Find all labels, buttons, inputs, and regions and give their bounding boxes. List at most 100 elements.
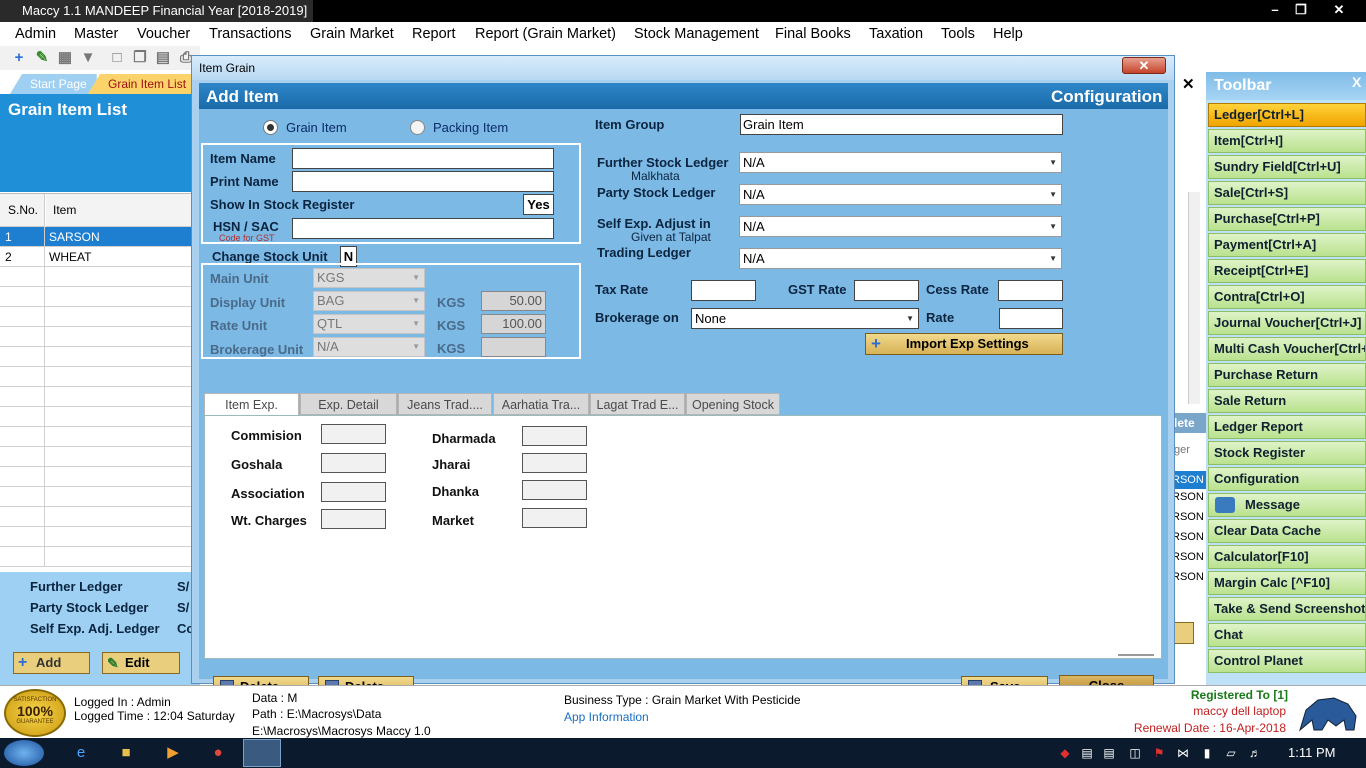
chrome-icon[interactable]: ● [207, 742, 229, 764]
network-icon[interactable]: ▱ [1220, 742, 1242, 764]
brokerage-unit-qty[interactable] [481, 337, 546, 357]
tab-jeans-trad[interactable]: Jeans Trad.... [398, 393, 492, 415]
maximize-button[interactable]: ❐ [1288, 0, 1314, 20]
toolbar-purchase-return[interactable]: Purchase Return [1208, 363, 1366, 387]
toolbar-item[interactable]: Item[Ctrl+I] [1208, 129, 1366, 153]
gst-rate-input[interactable] [854, 280, 919, 301]
toolbar-payment[interactable]: Payment[Ctrl+A] [1208, 233, 1366, 257]
menu-transactions[interactable]: Transactions [209, 22, 291, 46]
toolbar-calculator[interactable]: Calculator[F10] [1208, 545, 1366, 569]
folder-icon[interactable]: ■ [115, 742, 137, 764]
tray-icon-3[interactable]: ▤ [1098, 742, 1120, 764]
start-button[interactable] [4, 740, 44, 766]
app-information-link[interactable]: App Information [564, 710, 649, 724]
col-header-item[interactable]: Item [46, 194, 200, 227]
delete-button-partial[interactable]: lete [1170, 413, 1206, 433]
minimize-button[interactable]: – [1262, 0, 1288, 20]
self-exp-adjust-select[interactable]: N/A ▼ [739, 216, 1062, 237]
menu-final-books[interactable]: Final Books [775, 22, 851, 46]
toolbar-multi-cash-voucher[interactable]: Multi Cash Voucher[Ctrl+ [1208, 337, 1366, 361]
tab-grain-item-list[interactable]: Grain Item List [88, 74, 197, 94]
further-stock-ledger-select[interactable]: N/A ▼ [739, 152, 1062, 173]
flag-icon[interactable]: ⚑ [1148, 742, 1170, 764]
menu-stock-management[interactable]: Stock Management [634, 22, 759, 46]
brokerage-unit-select[interactable]: N/A ▼ [313, 337, 425, 357]
toolbar-close-icon[interactable]: X [1352, 74, 1361, 90]
toolbar-clear-data-cache[interactable]: Clear Data Cache [1208, 519, 1366, 543]
rate-unit-qty[interactable]: 100.00 [481, 314, 546, 334]
show-in-stock-field[interactable]: Yes [523, 194, 554, 215]
table-row[interactable]: 1 SARSON [0, 227, 200, 247]
close-tab-icon[interactable]: ✕ [1182, 75, 1195, 93]
import-exp-settings-button[interactable]: + Import Exp Settings [865, 333, 1063, 355]
filter-icon[interactable]: ▼ [80, 50, 96, 66]
dhanka-input[interactable] [522, 480, 587, 500]
toolbar-purchase[interactable]: Purchase[Ctrl+P] [1208, 207, 1366, 231]
tab-exp-detail[interactable]: Exp. Detail [300, 393, 397, 415]
toolbar-sundry-field[interactable]: Sundry Field[Ctrl+U] [1208, 155, 1366, 179]
resize-grip[interactable] [1118, 654, 1154, 656]
association-input[interactable] [321, 482, 386, 502]
trading-ledger-select[interactable]: N/A ▼ [739, 248, 1062, 269]
tray-icon-4[interactable]: ◫ [1124, 742, 1146, 764]
toolbar-stock-register[interactable]: Stock Register [1208, 441, 1366, 465]
ie-icon[interactable]: e [70, 742, 92, 764]
menu-master[interactable]: Master [74, 22, 118, 46]
menu-taxation[interactable]: Taxation [869, 22, 923, 46]
add-icon[interactable]: + [11, 50, 27, 66]
edit-button[interactable]: ✎ Edit [102, 652, 180, 674]
party-stock-ledger-select[interactable]: N/A ▼ [739, 184, 1062, 205]
tax-rate-input[interactable] [691, 280, 756, 301]
rate-unit-select[interactable]: QTL ▼ [313, 314, 425, 334]
menu-help[interactable]: Help [993, 22, 1023, 46]
toolbar-receipt[interactable]: Receipt[Ctrl+E] [1208, 259, 1366, 283]
tab-lagat-trad[interactable]: Lagat Trad E... [590, 393, 685, 415]
toolbar-configuration[interactable]: Configuration [1208, 467, 1366, 491]
paste-icon[interactable]: ▤ [155, 50, 171, 66]
toolbar-chat[interactable]: Chat [1208, 623, 1366, 647]
print-name-input[interactable] [292, 171, 554, 192]
tray-icon-2[interactable]: ▤ [1076, 742, 1098, 764]
tab-aarhatia-tra[interactable]: Aarhatia Tra... [493, 393, 589, 415]
toolbar-ledger[interactable]: Ledger[Ctrl+L] [1208, 103, 1366, 127]
toolbar-margin-calc[interactable]: Margin Calc [^F10] [1208, 571, 1366, 595]
taskbar-app-maccy[interactable] [243, 739, 281, 767]
tab-opening-stock[interactable]: Opening Stock [686, 393, 780, 415]
add-button[interactable]: + Add [13, 652, 90, 674]
display-unit-qty[interactable]: 50.00 [481, 291, 546, 311]
tray-icon-1[interactable]: ◆ [1054, 742, 1076, 764]
hsn-sac-input[interactable] [292, 218, 554, 239]
goshala-input[interactable] [321, 453, 386, 473]
jharai-input[interactable] [522, 453, 587, 473]
cess-rate-input[interactable] [998, 280, 1063, 301]
clock[interactable]: 1:11 PM [1288, 745, 1335, 760]
dharmada-input[interactable] [522, 426, 587, 446]
bluetooth-icon[interactable]: ⋈ [1172, 742, 1194, 764]
market-input[interactable] [522, 508, 587, 528]
col-header-sno[interactable]: S.No. [0, 194, 45, 227]
menu-report[interactable]: Report [412, 22, 456, 46]
edit-icon[interactable]: ✎ [34, 50, 50, 66]
dialog-close-icon[interactable]: ✕ [1122, 57, 1166, 74]
volume-icon[interactable]: ♬ [1244, 742, 1266, 764]
media-player-icon[interactable]: ▶ [162, 742, 184, 764]
rate-input[interactable] [999, 308, 1063, 329]
toolbar-journal-voucher[interactable]: Journal Voucher[Ctrl+J] [1208, 311, 1366, 335]
commision-input[interactable] [321, 424, 386, 444]
table-row[interactable]: 2 WHEAT [0, 247, 200, 267]
menu-admin[interactable]: Admin [15, 22, 56, 46]
grain-item-radio[interactable] [263, 120, 278, 135]
packing-item-radio[interactable] [410, 120, 425, 135]
toolbar-sale-return[interactable]: Sale Return [1208, 389, 1366, 413]
menu-tools[interactable]: Tools [941, 22, 975, 46]
copy-icon[interactable]: ❐ [132, 50, 148, 66]
brokerage-on-select[interactable]: None ▼ [691, 308, 919, 329]
menu-voucher[interactable]: Voucher [137, 22, 190, 46]
item-name-input[interactable] [292, 148, 554, 169]
toolbar-control-planet[interactable]: Control Planet [1208, 649, 1366, 673]
main-unit-select[interactable]: KGS ▼ [313, 268, 425, 288]
toolbar-sale[interactable]: Sale[Ctrl+S] [1208, 181, 1366, 205]
toolbar-message[interactable]: Message [1208, 493, 1366, 517]
window-close-button[interactable]: ✕ [1316, 0, 1362, 20]
menu-grain-market[interactable]: Grain Market [310, 22, 394, 46]
